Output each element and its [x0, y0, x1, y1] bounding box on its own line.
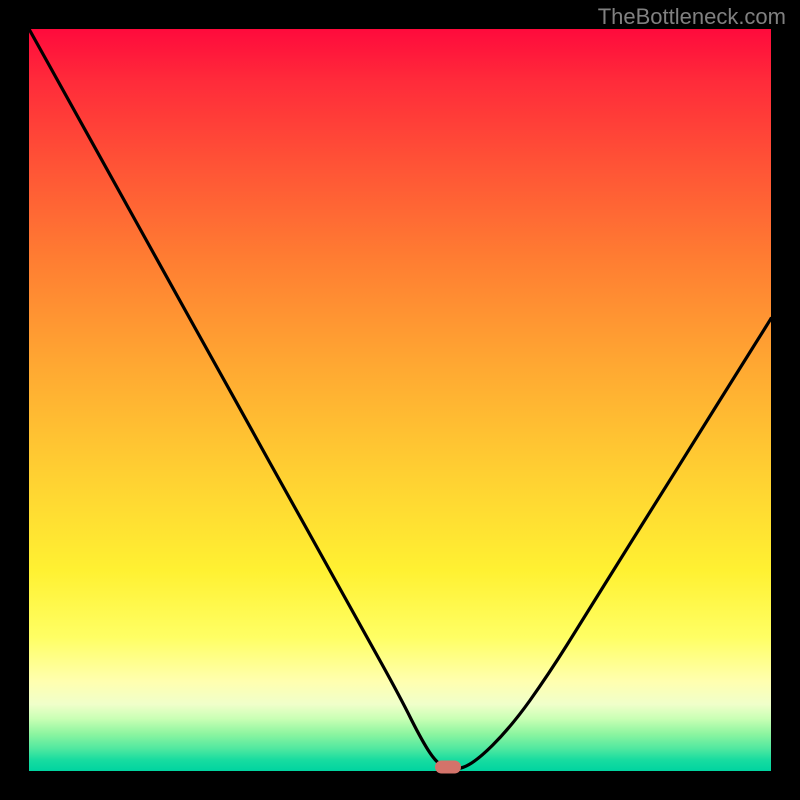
- optimal-marker: [435, 760, 461, 773]
- curve-path: [29, 29, 771, 769]
- chart-plot-area: [29, 29, 771, 771]
- watermark-text: TheBottleneck.com: [598, 4, 786, 30]
- bottleneck-curve: [29, 29, 771, 771]
